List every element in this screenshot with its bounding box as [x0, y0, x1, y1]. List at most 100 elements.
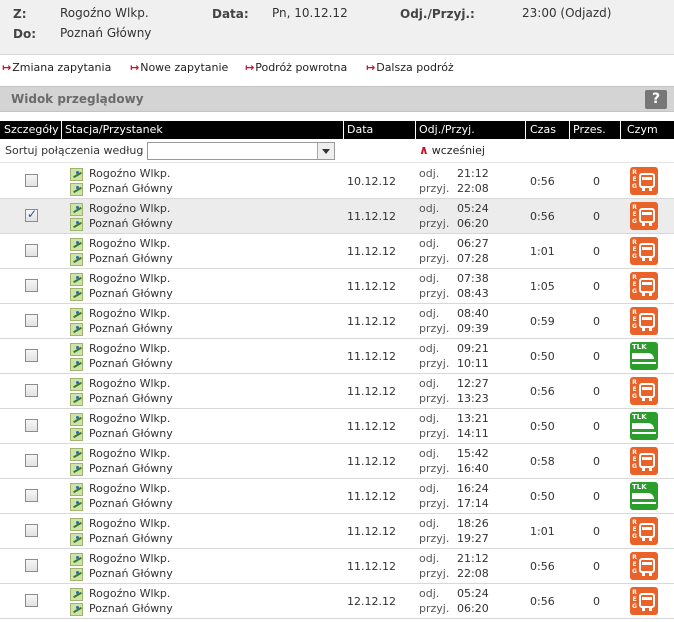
map-icon[interactable]: [70, 253, 83, 266]
earlier-link[interactable]: ∧ wcześniej: [419, 143, 485, 157]
map-icon[interactable]: [70, 378, 83, 391]
product-icon[interactable]: REG: [630, 202, 658, 230]
map-icon[interactable]: [70, 463, 83, 476]
product-icon[interactable]: TLK: [630, 412, 658, 440]
row-date: 12.12.12: [347, 595, 396, 608]
map-icon[interactable]: [70, 218, 83, 231]
product-icon[interactable]: REG: [630, 377, 658, 405]
help-icon[interactable]: ?: [645, 90, 667, 109]
map-icon[interactable]: [70, 533, 83, 546]
change-query-link[interactable]: ↦Zmiana zapytania: [2, 61, 111, 74]
row-changes: 0: [593, 175, 600, 188]
details-checkbox[interactable]: [25, 454, 38, 467]
table-row[interactable]: Rogoźno Wlkp. Poznań Główny 10.12.12 odj. 21…: [0, 164, 674, 199]
table-row[interactable]: Rogoźno Wlkp. Poznań Główny 11.12.12 odj. 09…: [0, 339, 674, 374]
dep-label: odj.: [419, 552, 440, 565]
table-row[interactable]: Rogoźno Wlkp. Poznań Główny 11.12.12 odj. 21…: [0, 549, 674, 584]
map-icon[interactable]: [70, 273, 83, 286]
product-icon[interactable]: REG: [630, 587, 658, 615]
map-icon[interactable]: [70, 413, 83, 426]
chevron-down-icon[interactable]: [317, 143, 334, 159]
map-icon[interactable]: [70, 428, 83, 441]
dep-time: 16:24: [457, 482, 489, 495]
from-station: Rogoźno Wlkp.: [89, 342, 171, 355]
map-icon[interactable]: [70, 203, 83, 216]
table-row[interactable]: Rogoźno Wlkp. Poznań Główny 11.12.12 odj. 18…: [0, 514, 674, 549]
to-station: Poznań Główny: [89, 532, 173, 545]
table-row[interactable]: Rogoźno Wlkp. Poznań Główny 11.12.12 odj. 07…: [0, 269, 674, 304]
arr-time: 06:20: [457, 217, 489, 230]
product-icon[interactable]: REG: [630, 237, 658, 265]
product-label: TLK: [632, 413, 647, 421]
sort-select[interactable]: [147, 142, 335, 160]
from-station: Rogoźno Wlkp.: [89, 482, 171, 495]
details-checkbox[interactable]: [25, 594, 38, 607]
map-icon[interactable]: [70, 603, 83, 616]
map-icon[interactable]: [70, 168, 83, 181]
details-checkbox[interactable]: [25, 419, 38, 432]
table-row[interactable]: Rogoźno Wlkp. Poznań Główny 11.12.12 odj. 12…: [0, 374, 674, 409]
return-trip-link[interactable]: ↦Podróż powrotna: [245, 61, 347, 74]
map-icon[interactable]: [70, 498, 83, 511]
map-icon[interactable]: [70, 308, 83, 321]
details-checkbox[interactable]: [25, 524, 38, 537]
dep-time: 05:24: [457, 587, 489, 600]
table-row[interactable]: Rogoźno Wlkp. Poznań Główny 11.12.12 odj. 13…: [0, 409, 674, 444]
row-changes: 0: [593, 350, 600, 363]
details-checkbox[interactable]: [25, 207, 38, 222]
dep-time: 12:27: [457, 377, 489, 390]
details-checkbox[interactable]: [25, 279, 38, 292]
new-query-link[interactable]: ↦Nowe zapytanie: [130, 61, 228, 74]
table-row[interactable]: Rogoźno Wlkp. Poznań Główny 11.12.12 odj. 06…: [0, 234, 674, 269]
to-station: Poznań Główny: [89, 497, 173, 510]
table-row[interactable]: Rogoźno Wlkp. Poznań Główny 12.12.12 odj. 05…: [0, 584, 674, 619]
map-icon[interactable]: [70, 393, 83, 406]
product-icon[interactable]: REG: [630, 517, 658, 545]
map-icon[interactable]: [70, 323, 83, 336]
table-row[interactable]: Rogoźno Wlkp. Poznań Główny 11.12.12 odj. 08…: [0, 304, 674, 339]
details-checkbox[interactable]: [25, 244, 38, 257]
train-icon: [632, 353, 656, 365]
map-icon[interactable]: [70, 448, 83, 461]
map-icon[interactable]: [70, 238, 83, 251]
map-icon[interactable]: [70, 483, 83, 496]
details-checkbox[interactable]: [25, 314, 38, 327]
product-icon[interactable]: REG: [630, 272, 658, 300]
row-changes: 0: [593, 385, 600, 398]
dep-time: 18:26: [457, 517, 489, 530]
action-links: ↦Zmiana zapytania ↦Nowe zapytanie ↦Podró…: [0, 58, 674, 80]
product-icon[interactable]: TLK: [630, 482, 658, 510]
map-icon[interactable]: [70, 553, 83, 566]
product-icon[interactable]: TLK: [630, 342, 658, 370]
details-checkbox[interactable]: [25, 559, 38, 572]
map-icon[interactable]: [70, 518, 83, 531]
further-trip-link[interactable]: ↦Dalsza podróż: [366, 61, 454, 74]
product-icon[interactable]: REG: [630, 167, 658, 195]
map-icon[interactable]: [70, 588, 83, 601]
row-date: 11.12.12: [347, 560, 396, 573]
map-icon[interactable]: [70, 568, 83, 581]
arr-time: 17:14: [457, 497, 489, 510]
table-row[interactable]: Rogoźno Wlkp. Poznań Główny 11.12.12 odj. 05…: [0, 199, 674, 234]
details-checkbox[interactable]: [25, 349, 38, 362]
query-summary: Z: Rogoźno Wlkp. Do: Poznań Główny Data:…: [0, 0, 674, 55]
map-icon[interactable]: [70, 288, 83, 301]
table-row[interactable]: Rogoźno Wlkp. Poznań Główny 11.12.12 odj. 15…: [0, 444, 674, 479]
product-icon[interactable]: REG: [630, 447, 658, 475]
details-checkbox[interactable]: [25, 489, 38, 502]
change-query-label: Zmiana zapytania: [12, 61, 112, 74]
map-icon[interactable]: [70, 343, 83, 356]
table-row[interactable]: Rogoźno Wlkp. Poznań Główny 11.12.12 odj. 16…: [0, 479, 674, 514]
bus-icon: [639, 173, 655, 191]
product-icon[interactable]: REG: [630, 307, 658, 335]
map-icon[interactable]: [70, 358, 83, 371]
arrow-icon: ↦: [245, 61, 255, 74]
dep-time: 05:24: [457, 202, 489, 215]
dep-label: odj.: [419, 237, 440, 250]
details-checkbox[interactable]: [25, 384, 38, 397]
details-checkbox[interactable]: [25, 174, 38, 187]
to-label: Do:: [13, 27, 37, 41]
product-icon[interactable]: REG: [630, 552, 658, 580]
map-icon[interactable]: [70, 183, 83, 196]
bus-icon: [639, 278, 655, 296]
